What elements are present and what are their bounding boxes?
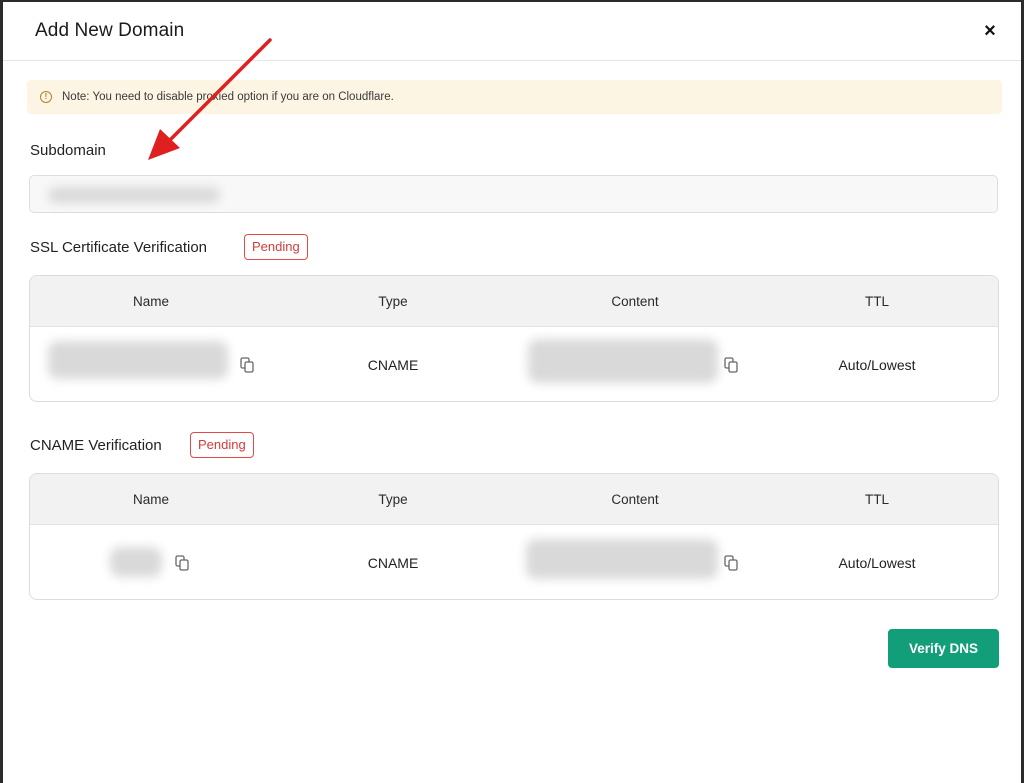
redacted-record-content — [526, 539, 718, 579]
verify-dns-button[interactable]: Verify DNS — [888, 629, 999, 668]
subdomain-label: Subdomain — [30, 142, 106, 159]
column-header-name: Name — [132, 491, 169, 507]
table-row: CNAME Auto/Lowest — [30, 327, 998, 401]
cname-dns-table: Name Type Content TTL CNAME Auto/Lowest — [29, 473, 999, 600]
close-button[interactable]: × — [979, 20, 1001, 42]
column-header-ttl: TTL — [864, 491, 889, 507]
cell-ttl: Auto/Lowest — [838, 554, 916, 571]
ssl-status-badge: Pending — [244, 234, 308, 260]
column-header-name: Name — [132, 293, 169, 309]
copy-icon[interactable] — [240, 357, 254, 373]
note-text: Note: You need to disable proxied option… — [62, 91, 394, 103]
modal-header: Add New Domain × — [3, 2, 1021, 61]
cname-section-title: CNAME Verification — [30, 437, 162, 454]
table-header: Name Type Content TTL — [30, 276, 998, 327]
cell-content — [514, 327, 756, 401]
cell-name — [30, 525, 272, 599]
table-row: CNAME Auto/Lowest — [30, 525, 998, 599]
cell-ttl: Auto/Lowest — [838, 356, 916, 373]
cell-type: CNAME — [367, 554, 419, 571]
ssl-dns-table: Name Type Content TTL CNAME Auto/Lowest — [29, 275, 999, 402]
cell-content — [514, 525, 756, 599]
table-header: Name Type Content TTL — [30, 474, 998, 525]
redacted-record-name — [110, 547, 162, 577]
column-header-type: Type — [378, 491, 408, 507]
cloudflare-note: ! Note: You need to disable proxied opti… — [27, 80, 1002, 114]
column-header-content: Content — [611, 491, 659, 507]
cell-type: CNAME — [367, 356, 419, 373]
column-header-content: Content — [611, 293, 659, 309]
info-icon: ! — [40, 91, 52, 103]
redacted-subdomain-value — [48, 187, 220, 203]
column-header-type: Type — [378, 293, 408, 309]
cell-name — [30, 327, 272, 401]
copy-icon[interactable] — [175, 555, 189, 571]
column-header-ttl: TTL — [864, 293, 889, 309]
redacted-record-name — [48, 341, 228, 379]
subdomain-input[interactable] — [29, 175, 998, 213]
copy-icon[interactable] — [724, 555, 738, 571]
ssl-section-title: SSL Certificate Verification — [30, 239, 208, 256]
redacted-record-content — [528, 339, 718, 383]
modal-title: Add New Domain — [35, 20, 185, 41]
copy-icon[interactable] — [724, 357, 738, 373]
cname-status-badge: Pending — [190, 432, 254, 458]
